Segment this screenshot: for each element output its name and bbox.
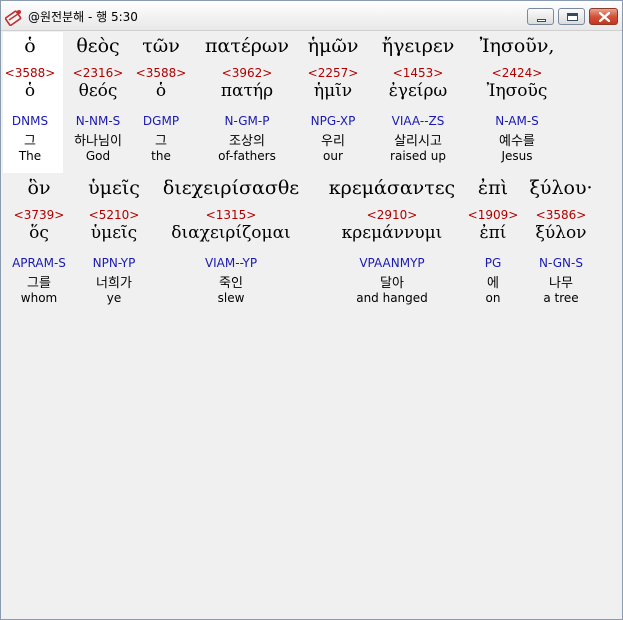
korean-gloss: 에 (487, 276, 499, 291)
lemma: ὁ (155, 81, 167, 101)
english-gloss: slew (217, 291, 245, 305)
strong-number: <5210> (88, 208, 140, 222)
lemma: κρεμάννυμι (341, 223, 443, 243)
morph-code: N-GM-P (224, 114, 270, 128)
strong-number: <3586> (535, 208, 587, 222)
english-gloss: on (485, 291, 501, 305)
lemma: πατήρ (220, 81, 274, 101)
morph-code: NPN-YP (92, 256, 136, 270)
korean-gloss: 그 (155, 134, 167, 149)
greek-word[interactable]: Ἰησοῦν, (480, 35, 555, 57)
korean-gloss: 달아 (380, 276, 404, 291)
english-gloss: whom (20, 291, 58, 305)
english-gloss: God (85, 149, 111, 163)
greek-word[interactable]: διεχειρίσασθε (163, 177, 299, 199)
english-gloss: raised up (390, 149, 446, 163)
morph-code: N-AM-S (495, 114, 539, 128)
lemma: ἐγείρω (388, 81, 448, 101)
english-gloss: of-fathers (218, 149, 276, 163)
morph-code: DNMS (11, 114, 49, 128)
lemma: ἐπί (479, 223, 507, 243)
morph-code: VPAANMYP (359, 256, 425, 270)
strong-number: <2424> (491, 66, 543, 80)
strong-number: <1453> (392, 66, 444, 80)
korean-gloss: 나무 (549, 276, 573, 291)
lemma: ὅς (29, 223, 49, 243)
greek-word[interactable]: τῶν (142, 35, 180, 57)
maximize-button[interactable] (558, 8, 585, 25)
greek-word[interactable]: πατέρων (205, 35, 289, 57)
strong-number: <3739> (13, 208, 65, 222)
lemma: Ἰησοῦς (486, 81, 548, 101)
greek-word[interactable]: ξύλου· (529, 177, 592, 199)
lemma: θεός (78, 81, 118, 101)
morph-code: N-NM-S (75, 114, 121, 128)
korean-gloss: 살리시고 (394, 134, 442, 149)
english-gloss: a tree (543, 291, 579, 305)
korean-gloss: 너희가 (96, 276, 132, 291)
morph-code: VIAM--YP (204, 256, 258, 270)
lemma: διαχειρίζομαι (171, 223, 291, 243)
strong-number: <1315> (205, 208, 257, 222)
korean-gloss: 조상의 (229, 134, 265, 149)
title-bar[interactable]: @원전분해 - 행 5:30 (1, 1, 622, 31)
korean-gloss: 예수를 (499, 134, 535, 149)
korean-gloss: 죽인 (219, 276, 243, 291)
greek-word[interactable]: κρεμάσαντες (329, 177, 455, 199)
strong-number: <2316> (72, 66, 124, 80)
strong-number: <2910> (366, 208, 418, 222)
minimize-icon (537, 19, 546, 22)
strong-number: <3588> (135, 66, 187, 80)
greek-word[interactable]: ἡμῶν (308, 35, 359, 57)
english-gloss: and hanged (356, 291, 428, 305)
english-gloss: The (18, 149, 42, 163)
interlinear-panel[interactable]: ὁ <3588> ὁ DNMS 그 The θεὸς <2316> θεός N-NM-S 하나님이… (3, 32, 620, 617)
lemma: ὑμεῖς (90, 223, 138, 243)
lemma: ἡμῖν (313, 81, 353, 101)
english-gloss: the (151, 149, 171, 163)
window-title: @원전분해 - 행 5:30 (28, 10, 138, 24)
greek-word[interactable]: ἐπὶ (478, 177, 508, 199)
close-button[interactable] (589, 8, 618, 25)
greek-word[interactable]: ἤγειρεν (382, 35, 455, 57)
app-logo-icon (4, 8, 23, 27)
english-gloss: our (323, 149, 343, 163)
strong-number: <2257> (307, 66, 359, 80)
greek-word[interactable]: ὑμεῖς (88, 177, 140, 199)
minimize-button[interactable] (527, 8, 554, 25)
greek-word[interactable]: ὃν (28, 177, 51, 199)
greek-word[interactable]: θεὸς (76, 35, 119, 57)
english-gloss: ye (106, 291, 122, 305)
morph-code: NPG-XP (310, 114, 356, 128)
strong-number: <3962> (221, 66, 273, 80)
english-gloss: Jesus (501, 149, 533, 163)
korean-gloss: 그 (24, 134, 36, 149)
maximize-icon (567, 13, 578, 21)
close-icon (599, 12, 610, 22)
greek-word[interactable]: ὁ (24, 35, 35, 57)
lemma: ὁ (24, 81, 36, 101)
morph-code: DGMP (142, 114, 180, 128)
morph-code: VIAA--ZS (391, 114, 445, 128)
app-window: @원전분해 - 행 5:30 ὁ <3588> ὁ DNMS 그 The θεὸς <2316… (0, 0, 623, 620)
korean-gloss: 그를 (27, 276, 51, 291)
korean-gloss: 하나님이 (74, 134, 122, 149)
morph-code: APRAM-S (12, 256, 66, 270)
strong-number: <3588> (4, 66, 56, 80)
strong-number: <1909> (467, 208, 519, 222)
morph-code: PG (484, 256, 502, 270)
korean-gloss: 우리 (321, 134, 345, 149)
lemma: ξύλον (535, 223, 587, 243)
morph-code: N-GN-S (539, 256, 583, 270)
